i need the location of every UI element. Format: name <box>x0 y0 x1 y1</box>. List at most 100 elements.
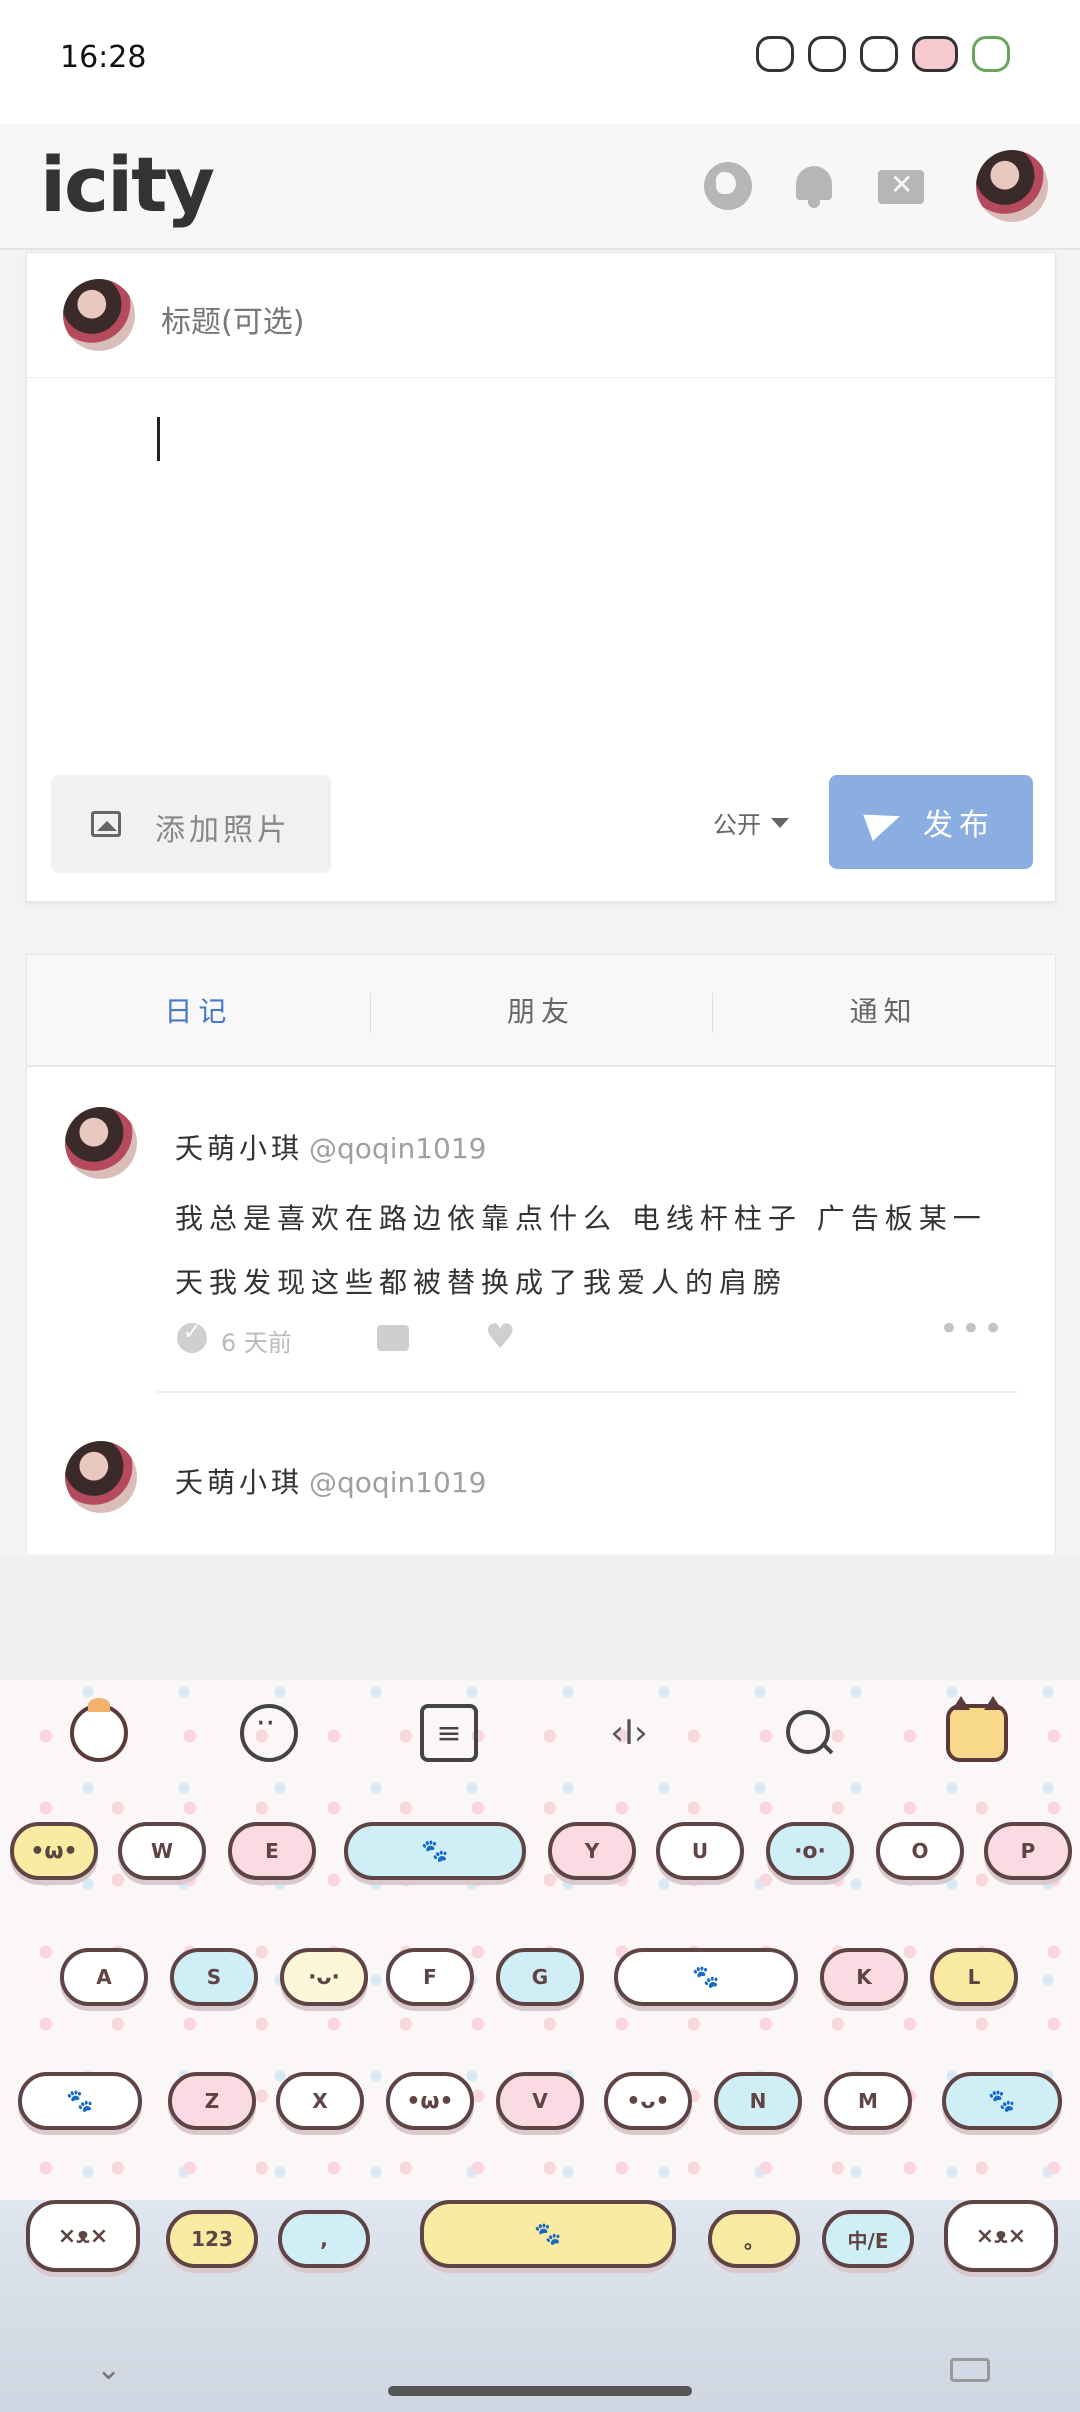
keyboard-gap <box>0 1556 1080 1680</box>
key-l[interactable]: L <box>930 1948 1018 2006</box>
key-period[interactable]: 。 <box>708 2210 800 2268</box>
heart-icon[interactable]: ♥ <box>485 1317 515 1357</box>
visibility-select[interactable]: 公开 <box>713 805 789 840</box>
keyboard-switch-icon[interactable] <box>950 2358 990 2382</box>
key-123[interactable]: 123 <box>166 2210 258 2268</box>
key-lang-switch[interactable]: 中/E <box>822 2210 914 2268</box>
key-p[interactable]: P <box>984 1822 1072 1880</box>
key-m[interactable]: M <box>824 2072 912 2130</box>
search-icon[interactable] <box>780 1704 838 1762</box>
post-text: 我总是喜欢在路边依靠点什么 电线杆柱子 广告板某一天我发现这些都被替换成了我爱人… <box>175 1202 987 1299</box>
face-icon: ·o· <box>794 1838 826 1864</box>
emoji-icon[interactable] <box>240 1704 298 1762</box>
comment-icon[interactable] <box>377 1325 409 1351</box>
caret-down-icon <box>771 817 789 828</box>
battery-icon <box>912 36 958 72</box>
tab-notifications[interactable]: 通知 <box>712 955 1055 1065</box>
globe-icon[interactable] <box>704 162 752 210</box>
post-author[interactable]: 夭萌小琪 @qoqin1019 <box>175 1461 486 1501</box>
tab-friends[interactable]: 朋友 <box>369 955 713 1065</box>
author-handle: @qoqin1019 <box>309 1132 487 1165</box>
key-sticker-bunny[interactable]: ×ᴥ× <box>26 2200 140 2272</box>
key-sticker[interactable]: ·ᴗ· <box>280 1948 368 2006</box>
key-n[interactable]: N <box>714 2072 802 2130</box>
key-o[interactable]: O <box>876 1822 964 1880</box>
status-icons <box>756 36 1010 72</box>
status-sticker-icon <box>860 36 898 72</box>
key-e[interactable]: E <box>228 1822 316 1880</box>
key-f[interactable]: F <box>386 1948 474 2006</box>
key-y[interactable]: Y <box>548 1822 636 1880</box>
status-sticker-icon <box>808 36 846 72</box>
add-photo-button[interactable]: 添加照片 <box>51 775 331 873</box>
key-k[interactable]: K <box>820 1948 908 2006</box>
post-time: 6 天前 <box>221 1329 292 1357</box>
soft-keyboard: ‹I› •ω• W E 🐾 Y U ·o· O P A S ·ᴗ· F G 🐾 … <box>0 1680 1080 2412</box>
space-bar[interactable]: 🐾 <box>420 2200 676 2268</box>
face-icon: •ᴗ• <box>626 2088 670 2114</box>
publish-button[interactable]: 发布 <box>829 775 1033 869</box>
key-paw[interactable]: 🐾 <box>18 2072 142 2130</box>
title-input[interactable]: 标题(可选) <box>161 297 961 341</box>
key-sticker[interactable]: •ω• <box>386 2072 474 2130</box>
key-a[interactable]: A <box>60 1948 148 2006</box>
cursor-move-icon[interactable]: ‹I› <box>600 1704 658 1762</box>
post-composer: 标题(可选) 添加照片 公开 发布 <box>26 252 1056 902</box>
feed-tabs: 日记 朋友 通知 <box>27 955 1055 1067</box>
key-enter[interactable]: 🐾 <box>942 2072 1062 2130</box>
key-sticker[interactable]: •ᴗ• <box>604 2072 692 2130</box>
avatar[interactable] <box>65 1441 137 1513</box>
bunny-icon: ×ᴥ× <box>975 2224 1027 2249</box>
key-w[interactable]: W <box>118 1822 206 1880</box>
bell-icon[interactable] <box>790 162 838 210</box>
keyboard-skin-icon[interactable] <box>946 1696 1008 1762</box>
divider <box>27 377 1055 378</box>
feed-card: 日记 朋友 通知 夭萌小琪 @qoqin1019 我总是喜欢在路边依靠点什么 电线… <box>26 954 1056 1554</box>
composer-avatar <box>63 279 135 351</box>
text-cursor <box>157 417 160 461</box>
status-bar: 16:28 <box>0 0 1080 124</box>
keyboard-mascot-icon[interactable] <box>70 1698 128 1762</box>
key-v[interactable]: V <box>496 2072 584 2130</box>
chevron-down-icon[interactable]: ⌄ <box>96 2352 121 2387</box>
image-icon <box>91 811 121 837</box>
content-textarea[interactable] <box>157 413 1017 713</box>
tab-diary[interactable]: 日记 <box>27 955 370 1065</box>
status-sticker-icon <box>972 36 1010 72</box>
paw-icon: 🐾 <box>692 1964 720 1990</box>
more-icon[interactable]: ••• <box>939 1309 1005 1349</box>
face-icon: ·ᴗ· <box>308 1964 340 1990</box>
app-header: icity <box>0 124 1080 250</box>
key-paw[interactable]: 🐾 <box>344 1822 526 1880</box>
key-delete[interactable]: ×ᴥ× <box>944 2200 1058 2272</box>
paw-icon: 🐾 <box>988 2088 1016 2114</box>
divider <box>157 1391 1017 1393</box>
add-photo-label: 添加照片 <box>155 813 291 848</box>
key-sticker[interactable]: ·o· <box>766 1822 854 1880</box>
key-s[interactable]: S <box>170 1948 258 2006</box>
app-logo[interactable]: icity <box>40 140 215 229</box>
face-icon: •ω• <box>406 2088 454 2114</box>
home-indicator[interactable] <box>388 2386 692 2396</box>
send-icon <box>863 803 905 841</box>
bunny-icon: ×ᴥ× <box>57 2224 109 2249</box>
key-paw[interactable]: 🐾 <box>614 1948 798 2006</box>
key-u[interactable]: U <box>656 1822 744 1880</box>
profile-avatar[interactable] <box>976 150 1048 222</box>
key-z[interactable]: Z <box>168 2072 256 2130</box>
key-sticker[interactable]: •ω• <box>10 1822 98 1880</box>
keyboard-toolbar: ‹I› <box>0 1680 1080 1790</box>
status-sticker-icon <box>756 36 794 72</box>
key-x[interactable]: X <box>276 2072 364 2130</box>
clipboard-icon[interactable] <box>420 1704 478 1762</box>
paw-icon: 🐾 <box>66 2088 94 2114</box>
author-handle: @qoqin1019 <box>309 1466 487 1499</box>
mail-icon[interactable] <box>878 168 924 204</box>
post-author[interactable]: 夭萌小琪 @qoqin1019 <box>175 1127 486 1167</box>
author-name: 夭萌小琪 <box>175 1132 304 1165</box>
publish-label: 发布 <box>923 808 995 843</box>
key-g[interactable]: G <box>496 1948 584 2006</box>
visibility-label: 公开 <box>713 811 761 839</box>
avatar[interactable] <box>65 1107 137 1179</box>
key-comma[interactable]: , <box>278 2210 370 2268</box>
